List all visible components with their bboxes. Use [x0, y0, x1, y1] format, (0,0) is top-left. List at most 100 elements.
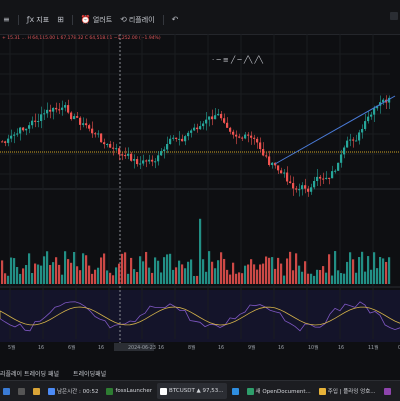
taskbar-item-search[interactable]: [15, 383, 28, 399]
replay-icon: ⟲: [120, 15, 127, 24]
volume-bar: [136, 272, 139, 284]
volume-bar: [157, 260, 160, 284]
volume-bar: [343, 273, 346, 284]
taskbar-item-vscode[interactable]: [229, 383, 242, 399]
volume-bar: [292, 270, 295, 284]
price-chart[interactable]: + 15.31 … H 64,115.00 L 67,178.32 C 64,5…: [0, 34, 400, 380]
undo-button[interactable]: ↶: [172, 16, 179, 24]
volume-bar: [28, 253, 31, 284]
candle-body: [151, 159, 154, 162]
volume-bar: [127, 273, 130, 284]
chart-area[interactable]: + 15.31 … H 64,115.00 L 67,178.32 C 64,5…: [0, 34, 400, 380]
volume-bar: [100, 257, 103, 284]
search-icon: [18, 387, 25, 395]
volume-bar: [334, 251, 337, 284]
volume-bar: [118, 263, 121, 284]
taskbar-item-launcher[interactable]: fossLauncher: [103, 383, 155, 399]
indicators-button[interactable]: ƒx 지표: [27, 15, 49, 25]
fullscreen-icon[interactable]: [390, 12, 398, 20]
trading-panel-tab[interactable]: 트레이딩패널: [73, 369, 106, 378]
candle-body: [301, 185, 304, 190]
candle-body: [217, 113, 220, 116]
alert-button[interactable]: ⏰ 얼러트: [81, 15, 112, 25]
toolbar-divider: [71, 15, 73, 25]
x-axis-tick-label: 16: [158, 345, 164, 351]
candle-body: [226, 122, 229, 128]
volume-bar: [70, 262, 73, 284]
volume-bar: [31, 272, 34, 284]
volume-bar: [259, 264, 262, 284]
x-axis-tick-label: 16: [218, 345, 224, 351]
volume-bar: [331, 275, 334, 284]
taskbar-item-timer[interactable]: 남은시간 : 00:52: [45, 383, 101, 399]
volume-bar: [103, 253, 106, 284]
candle-body: [370, 114, 373, 117]
volume-bar: [235, 273, 238, 284]
volume-bar: [262, 263, 265, 284]
fx-icon: ƒx: [26, 15, 35, 24]
taskbar-item-tradingview[interactable]: BTCUSDT ▲ 97,53...: [157, 383, 227, 399]
candle-body: [343, 147, 346, 155]
candle-body: [271, 162, 274, 166]
tb-menu[interactable]: ≡: [3, 16, 10, 24]
candle-body: [283, 172, 286, 174]
candle-body: [10, 135, 13, 139]
candle-body: [154, 161, 157, 163]
replay-trading-panel-tab[interactable]: 리플레이 트레이딩 패널: [0, 369, 59, 378]
volume-bar: [226, 269, 229, 284]
taskbar-item-label: 주입 | 플라잉 엉호...: [327, 389, 376, 395]
x-axis-tick-label: 16: [38, 345, 44, 351]
candle-body: [367, 116, 370, 122]
candle-body: [4, 141, 7, 143]
candle-body: [187, 132, 190, 137]
x-axis-tick-label: 16: [98, 345, 104, 351]
candle-body: [295, 188, 298, 190]
grid-icon: ⊞: [57, 15, 64, 24]
candle-body: [268, 156, 271, 166]
candle-body: [55, 107, 58, 110]
volume-bar: [244, 265, 247, 284]
volume-bar: [280, 263, 283, 284]
volume-bar: [313, 275, 316, 284]
candle-body: [319, 176, 322, 179]
candle-body: [79, 117, 82, 125]
candle-body: [208, 116, 211, 120]
volume-bar: [214, 268, 217, 284]
taskbar-item-windows[interactable]: [0, 383, 13, 399]
candle-body: [169, 138, 172, 144]
candle-body: [70, 112, 73, 120]
drawing-tools-icon: · ─ ≡ ╱ ─ ╱╲ ╱╲: [212, 55, 264, 64]
taskbar-item-file-explorer[interactable]: [30, 383, 43, 399]
taskbar-item-chrome[interactable]: 주입 | 플라잉 엉호...: [316, 383, 379, 399]
candle-body: [103, 142, 106, 145]
volume-bar: [199, 218, 202, 284]
candle-body: [253, 137, 256, 139]
candle-body: [148, 159, 151, 162]
candle-body: [64, 105, 67, 108]
candle-body: [220, 113, 223, 119]
candle-body: [361, 128, 364, 133]
candle-body: [160, 151, 163, 156]
candle-body: [352, 139, 355, 141]
volume-bar: [46, 251, 49, 284]
volume-bar: [328, 254, 331, 284]
layout-button[interactable]: ⊞: [57, 16, 64, 24]
taskbar-item-app[interactable]: [381, 383, 394, 399]
volume-bar: [115, 267, 118, 284]
toolbar-divider: [17, 15, 19, 25]
taskbar-item-label: 새 OpenDocument...: [255, 389, 311, 395]
candle-body: [304, 185, 307, 189]
candle-body: [331, 171, 334, 179]
bottom-panel-tabs: 리플레이 트레이딩 패널 트레이딩패널: [0, 367, 400, 379]
volume-bar: [4, 273, 7, 284]
candle-body: [340, 154, 343, 163]
volume-bar: [205, 271, 208, 284]
candle-body: [67, 105, 70, 113]
candle-body: [109, 144, 112, 148]
hamburger-icon: ≡: [3, 15, 10, 24]
vscode-icon: [231, 387, 239, 395]
taskbar-item-document[interactable]: 새 OpenDocument...: [244, 383, 314, 399]
volume-bar: [25, 265, 28, 284]
replay-button[interactable]: ⟲ 리플레이: [120, 15, 154, 25]
candle-body: [298, 189, 301, 191]
